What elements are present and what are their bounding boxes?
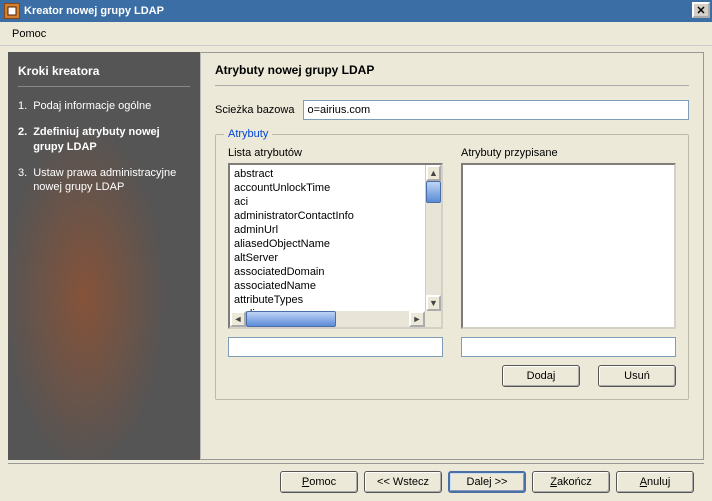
list-item[interactable]: altServer (232, 251, 424, 265)
assigned-attributes-column: Atrybuty przypisane (461, 147, 676, 329)
list-item[interactable]: associatedName (232, 279, 424, 293)
vertical-scrollbar[interactable]: ▲ ▼ (425, 165, 441, 311)
list-item[interactable]: adminUrl (232, 223, 424, 237)
scroll-up-button[interactable]: ▲ (426, 165, 441, 181)
sidebar-heading: Kroki kreatora (18, 64, 190, 78)
step-label: Podaj informacje ogólne (33, 99, 151, 113)
horizontal-scrollbar[interactable]: ◄ ► (230, 311, 441, 327)
content-heading: Atrybuty nowej grupy LDAP (215, 63, 689, 77)
scroll-down-button[interactable]: ▼ (426, 295, 441, 311)
assigned-filter-input[interactable] (461, 337, 676, 357)
app-icon (4, 3, 20, 19)
assigned-attributes-label: Atrybuty przypisane (461, 147, 676, 159)
step-label: Ustaw prawa administracyjne nowej grupy … (33, 166, 190, 195)
step-number: 3. (18, 166, 27, 195)
wizard-step: 3.Ustaw prawa administracyjne nowej grup… (18, 166, 190, 195)
next-button[interactable]: Dalej >> (448, 471, 526, 493)
list-item[interactable]: abstract (232, 167, 424, 181)
sidebar-separator (18, 86, 190, 87)
list-item[interactable]: administratorContactInfo (232, 209, 424, 223)
wizard-sidebar: Kroki kreatora 1. Podaj informacje ogólne… (8, 52, 200, 460)
available-filter-input[interactable] (228, 337, 443, 357)
fieldset-legend: Atrybuty (224, 128, 272, 140)
wizard-step: 2.Zdefiniuj atrybuty nowej grupy LDAP (18, 125, 190, 154)
attributes-fieldset: Atrybuty Lista atrybutów abstractaccount… (215, 134, 689, 400)
available-attributes-listbox[interactable]: abstractaccountUnlockTimeaciadministrato… (228, 163, 443, 329)
available-attributes-column: Lista atrybutów abstractaccountUnlockTim… (228, 147, 443, 329)
menu-help[interactable]: Pomoc (6, 26, 52, 42)
available-attributes-label: Lista atrybutów (228, 147, 443, 159)
scroll-thumb-horizontal[interactable] (246, 311, 336, 327)
remove-button[interactable]: Usuń (598, 365, 676, 387)
close-button[interactable]: ✕ (692, 2, 710, 18)
scroll-corner (425, 311, 441, 327)
base-path-label: Scieżka bazowa (215, 104, 295, 116)
scroll-left-button[interactable]: ◄ (230, 311, 246, 327)
add-button[interactable]: Dodaj (502, 365, 580, 387)
list-item[interactable]: associatedDomain (232, 265, 424, 279)
menubar: Pomoc (0, 22, 712, 46)
finish-button[interactable]: Zakończ (532, 471, 610, 493)
main-area: Kroki kreatora 1. Podaj informacje ogólne… (0, 46, 712, 460)
content-separator (215, 85, 689, 86)
wizard-footer: Pomoc << Wstecz Dalej >> Zakończ Anuluj (8, 463, 704, 499)
help-button[interactable]: Pomoc (280, 471, 358, 493)
cancel-button[interactable]: Anuluj (616, 471, 694, 493)
list-item[interactable]: aci (232, 195, 424, 209)
scroll-right-button[interactable]: ► (409, 311, 425, 327)
base-path-input[interactable] (303, 100, 690, 120)
window-title: Kreator nowej grupy LDAP (24, 5, 164, 17)
wizard-content: Atrybuty nowej grupy LDAP Scieżka bazowa… (200, 52, 704, 460)
list-item[interactable]: aliasedObjectName (232, 237, 424, 251)
step-number: 1. (18, 99, 27, 113)
titlebar: Kreator nowej grupy LDAP ✕ (0, 0, 712, 22)
assigned-attributes-listbox[interactable] (461, 163, 676, 329)
base-path-row: Scieżka bazowa (215, 100, 689, 120)
back-button[interactable]: << Wstecz (364, 471, 442, 493)
list-item[interactable]: attributeTypes (232, 293, 424, 307)
wizard-step: 1. Podaj informacje ogólne (18, 99, 190, 113)
step-number: 2. (18, 125, 27, 154)
step-label: Zdefiniuj atrybuty nowej grupy LDAP (33, 125, 190, 154)
list-item[interactable]: accountUnlockTime (232, 181, 424, 195)
scroll-thumb-vertical[interactable] (426, 181, 441, 203)
